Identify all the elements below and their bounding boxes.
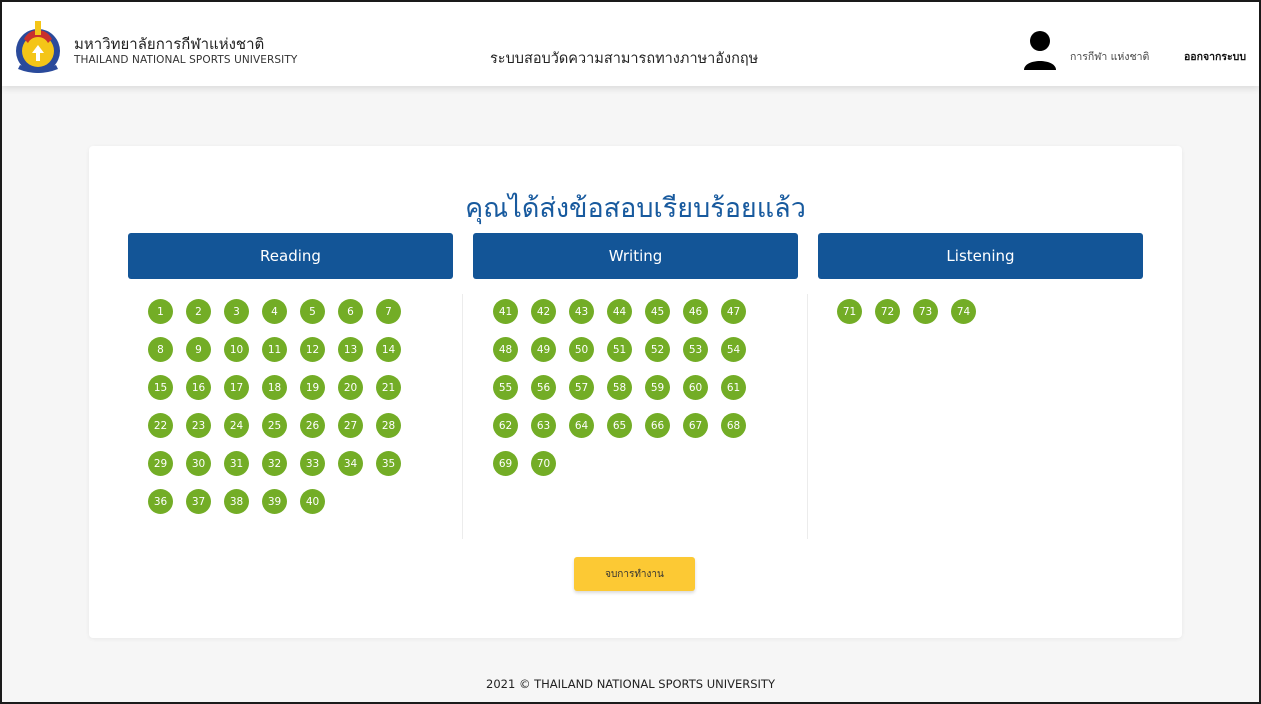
footer-copyright: 2021 © THAILAND NATIONAL SPORTS UNIVERSI… — [486, 677, 775, 691]
question-number-button[interactable]: 25 — [262, 413, 287, 438]
university-name-english: THAILAND NATIONAL SPORTS UNIVERSITY — [74, 54, 298, 66]
question-number-button[interactable]: 41 — [493, 299, 518, 324]
question-number-button[interactable]: 53 — [683, 337, 708, 362]
system-title: ระบบสอบวัดความสามารถทางภาษาอังกฤษ — [490, 51, 759, 67]
university-logo-icon — [16, 21, 60, 73]
question-number-button[interactable]: 2 — [186, 299, 211, 324]
question-number-button[interactable]: 28 — [376, 413, 401, 438]
question-number-button[interactable]: 1 — [148, 299, 173, 324]
question-number-button[interactable]: 24 — [224, 413, 249, 438]
question-number-button[interactable]: 8 — [148, 337, 173, 362]
question-number-button[interactable]: 48 — [493, 337, 518, 362]
question-number-button[interactable]: 43 — [569, 299, 594, 324]
question-number-button[interactable]: 63 — [531, 413, 556, 438]
question-number-button[interactable]: 26 — [300, 413, 325, 438]
question-number-button[interactable]: 12 — [300, 337, 325, 362]
question-number-button[interactable]: 69 — [493, 451, 518, 476]
question-number-button[interactable]: 51 — [607, 337, 632, 362]
question-number-button[interactable]: 13 — [338, 337, 363, 362]
question-number-button[interactable]: 15 — [148, 375, 173, 400]
logout-link[interactable]: ออกจากระบบ — [1184, 48, 1246, 65]
question-number-button[interactable]: 39 — [262, 489, 287, 514]
question-number-button[interactable]: 56 — [531, 375, 556, 400]
question-number-button[interactable]: 54 — [721, 337, 746, 362]
question-number-button[interactable]: 73 — [913, 299, 938, 324]
question-number-button[interactable]: 4 — [262, 299, 287, 324]
question-number-button[interactable]: 23 — [186, 413, 211, 438]
listening-question-grid: 71 72 73 74 — [837, 299, 1090, 324]
question-number-button[interactable]: 29 — [148, 451, 173, 476]
writing-question-grid: 41 42 43 44 45 46 47 48 49 50 51 52 53 54 55 56 57 58 59 60… — [493, 299, 746, 476]
question-number-button[interactable]: 74 — [951, 299, 976, 324]
end-session-button[interactable]: จบการทำงาน — [574, 557, 695, 591]
user-name: การกีฬา แห่งชาติ — [1070, 51, 1150, 63]
question-number-button[interactable]: 57 — [569, 375, 594, 400]
question-number-button[interactable]: 72 — [875, 299, 900, 324]
question-number-button[interactable]: 16 — [186, 375, 211, 400]
question-number-button[interactable]: 20 — [338, 375, 363, 400]
question-number-button[interactable]: 36 — [148, 489, 173, 514]
question-number-button[interactable]: 6 — [338, 299, 363, 324]
question-number-button[interactable]: 40 — [300, 489, 325, 514]
question-number-button[interactable]: 58 — [607, 375, 632, 400]
question-number-button[interactable]: 52 — [645, 337, 670, 362]
question-number-button[interactable]: 33 — [300, 451, 325, 476]
question-number-button[interactable]: 66 — [645, 413, 670, 438]
question-number-button[interactable]: 44 — [607, 299, 632, 324]
question-number-button[interactable]: 45 — [645, 299, 670, 324]
question-number-button[interactable]: 60 — [683, 375, 708, 400]
question-number-button[interactable]: 21 — [376, 375, 401, 400]
question-number-button[interactable]: 68 — [721, 413, 746, 438]
page-title: คุณได้ส่งข้อสอบเรียบร้อยแล้ว — [465, 193, 806, 224]
question-number-button[interactable]: 30 — [186, 451, 211, 476]
reading-question-grid: 1 2 3 4 5 6 7 8 9 10 11 12 13 14 15 16 17 18 19 20 21 22 23 24 2… — [148, 299, 401, 514]
result-card: คุณได้ส่งข้อสอบเรียบร้อยแล้ว Reading Wri… — [89, 146, 1182, 638]
question-number-button[interactable]: 7 — [376, 299, 401, 324]
question-number-button[interactable]: 70 — [531, 451, 556, 476]
section-header-listening: Listening — [818, 233, 1143, 279]
section-header-reading: Reading — [128, 233, 453, 279]
question-number-button[interactable]: 55 — [493, 375, 518, 400]
question-number-button[interactable]: 9 — [186, 337, 211, 362]
question-number-button[interactable]: 37 — [186, 489, 211, 514]
question-number-button[interactable]: 27 — [338, 413, 363, 438]
question-number-button[interactable]: 35 — [376, 451, 401, 476]
question-number-button[interactable]: 10 — [224, 337, 249, 362]
question-number-button[interactable]: 61 — [721, 375, 746, 400]
question-number-button[interactable]: 64 — [569, 413, 594, 438]
question-number-button[interactable]: 17 — [224, 375, 249, 400]
question-number-button[interactable]: 62 — [493, 413, 518, 438]
section-header-writing: Writing — [473, 233, 798, 279]
question-number-button[interactable]: 31 — [224, 451, 249, 476]
question-number-button[interactable]: 67 — [683, 413, 708, 438]
question-number-button[interactable]: 34 — [338, 451, 363, 476]
question-number-button[interactable]: 47 — [721, 299, 746, 324]
question-number-button[interactable]: 71 — [837, 299, 862, 324]
question-number-button[interactable]: 11 — [262, 337, 287, 362]
question-number-button[interactable]: 49 — [531, 337, 556, 362]
question-number-button[interactable]: 5 — [300, 299, 325, 324]
column-divider — [807, 294, 808, 539]
question-number-button[interactable]: 42 — [531, 299, 556, 324]
question-number-button[interactable]: 32 — [262, 451, 287, 476]
column-divider — [462, 294, 463, 539]
question-number-button[interactable]: 18 — [262, 375, 287, 400]
question-number-button[interactable]: 38 — [224, 489, 249, 514]
question-number-button[interactable]: 19 — [300, 375, 325, 400]
question-number-button[interactable]: 59 — [645, 375, 670, 400]
question-number-button[interactable]: 22 — [148, 413, 173, 438]
question-number-button[interactable]: 3 — [224, 299, 249, 324]
top-header: มหาวิทยาลัยการกีฬาแห่งชาติ THAILAND NATI… — [2, 2, 1259, 86]
question-number-button[interactable]: 50 — [569, 337, 594, 362]
university-name-thai: มหาวิทยาลัยการกีฬาแห่งชาติ — [74, 35, 265, 53]
user-silhouette-icon — [1024, 31, 1056, 70]
question-number-button[interactable]: 46 — [683, 299, 708, 324]
question-number-button[interactable]: 14 — [376, 337, 401, 362]
question-number-button[interactable]: 65 — [607, 413, 632, 438]
